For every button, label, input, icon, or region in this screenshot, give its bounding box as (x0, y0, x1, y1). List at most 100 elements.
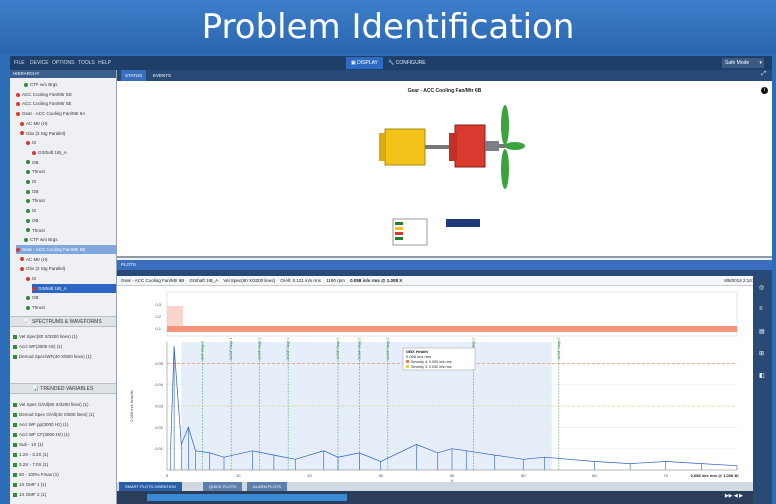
status-square-icon (13, 334, 17, 339)
chevron-down-icon: ▾ (759, 60, 762, 66)
hierarchy-item-label: Thrust (32, 169, 45, 175)
list-item[interactable]: Accl WF CF(3000 Hz) (1) (13, 430, 70, 439)
list-item[interactable]: 50 - 100% Fmax (1) (13, 470, 59, 479)
fault-marker-label: 3xGMF Stage 2 (557, 337, 561, 360)
tool-icon-2[interactable]: ≡ (759, 306, 763, 312)
hierarchy-item-label: ACC Cooling Fan/Mtr 5D (22, 91, 72, 97)
hierarchy-item[interactable]: IS (26, 274, 116, 283)
hierarchy-item[interactable]: ACC Cooling Fan/Mtr 5E (16, 99, 116, 108)
menu-tools[interactable]: TOOLS (78, 60, 95, 66)
list-item[interactable]: 3.2X - 7.0X (1) (13, 460, 48, 469)
asset-select[interactable]: Gear - ACC Cooling Fan/Mtr 6B (121, 278, 184, 283)
status-dot-icon (20, 121, 24, 126)
y-axis-label: 0.058 in/s rms/div (129, 390, 134, 421)
health-value: 0.058 in/s rms (406, 354, 431, 359)
status-dot-icon (24, 82, 28, 87)
status-dot-icon (16, 247, 20, 252)
hierarchy-item[interactable]: Gear - ACC Cooling Fan/Mtr 6A (16, 109, 116, 118)
rpm-readout: 1190 rpm (326, 278, 345, 283)
tool-icon-1[interactable]: ◎ (759, 284, 764, 291)
list-item[interactable]: 1X GMF 2 (1) (13, 490, 46, 499)
hierarchy-item[interactable]: GIShaft 1IB_A (32, 283, 116, 293)
main-tabs: STATUS EVENTS ⤢ (117, 70, 772, 81)
tab-quick-plots[interactable]: QUICK PLOTS (203, 482, 242, 491)
list-item[interactable]: Sub - 1X (1) (13, 440, 43, 449)
list-item[interactable]: 1X GMF 1 (1) (13, 480, 46, 489)
plot-toolbar: Gear - ACC Cooling Fan/Mtr 6B GIShaft 1I… (117, 276, 772, 286)
hierarchy-item[interactable]: IS (26, 138, 116, 147)
menu-bar: FILE DEVICE OPTIONS TOOLS HELP ▣ DISPLAY… (10, 56, 772, 70)
menu-file[interactable]: FILE (14, 60, 25, 66)
configure-mode-button[interactable]: 🔧 CONFIGURE (388, 57, 426, 69)
hierarchy-item[interactable]: Thrust (26, 167, 116, 176)
hierarchy-item[interactable]: CTF w/o Brgs (24, 235, 116, 244)
trend-icon: 📊 (32, 386, 39, 392)
hierarchy-item[interactable]: OB (26, 158, 116, 167)
timeline-track[interactable] (147, 494, 347, 501)
timeline-bar[interactable]: ▶▶ ◀ ▶ (117, 491, 753, 504)
hierarchy-header: HIERARCHY (10, 70, 116, 78)
status-dot-icon (26, 208, 30, 213)
measurement-select[interactable]: Vel Spec(80 X/3200 lines) (223, 278, 275, 283)
hierarchy-item[interactable]: IS (26, 206, 116, 215)
hierarchy-item[interactable]: IS (26, 177, 116, 186)
list-item[interactable]: Accl WF(3000 Hz) (1) (13, 342, 62, 351)
fan-blade-bottom (501, 149, 509, 189)
tab-alarm-plots[interactable]: ALARM PLOTS (247, 482, 288, 491)
playback-controls[interactable]: ▶▶ ◀ ▶ (725, 493, 743, 499)
status-dot-icon (26, 305, 30, 310)
sev3-label: Severity 3: 0.030 in/s rms (411, 365, 452, 369)
hierarchy-item[interactable]: OB (26, 187, 116, 196)
menu-options[interactable]: OPTIONS (52, 60, 75, 66)
tab-events[interactable]: EVENTS (149, 70, 175, 81)
status-dot-icon (20, 267, 24, 272)
hierarchy-item[interactable]: OB (26, 216, 116, 225)
hierarchy-item[interactable]: Thrust (26, 196, 116, 205)
hierarchy-item-label: Thrust (32, 305, 45, 311)
tool-icon-4[interactable]: ⊞ (759, 350, 764, 357)
list-item-label: Demod Spec O/All(40 X/800 lines) (1) (19, 412, 95, 417)
status-dot-icon (26, 276, 30, 281)
wrench-icon: 🔧 (388, 60, 395, 66)
hierarchy-item[interactable]: Gear - ACC Cooling Fan/Mtr 6B (16, 244, 116, 254)
sev4-label: Severity 4: 0.050 in/s rms (411, 360, 452, 364)
status-pane: Gear - ACC Cooling Fan/Mtr 6B i (117, 81, 772, 258)
hierarchy-item[interactable]: OB (26, 293, 116, 302)
upper-tick-label: 0.2 (155, 314, 161, 319)
list-item[interactable]: 1.2X - 3.2X (1) (13, 450, 48, 459)
list-item[interactable]: Vel Spec O/All(80 X/3200 lines) (1) (13, 400, 89, 409)
hierarchy-item-label: GIShaft 1IB_A (38, 149, 67, 155)
status-dot-icon (26, 218, 30, 223)
tool-icon-3[interactable]: ▤ (759, 328, 765, 335)
menu-device[interactable]: DEVICE (30, 60, 49, 66)
shaft-select[interactable]: GIShaft 1IB_A (190, 278, 219, 283)
hierarchy-item[interactable]: Thrust (26, 226, 116, 235)
x-tick-label: 0 (166, 473, 169, 478)
safe-mode-dropdown[interactable]: Safe Mode ▾ (722, 58, 764, 68)
trended-header: 📊 TRENDED VARIABLES (10, 383, 116, 394)
hierarchy-item[interactable]: AC Mtr (H) (20, 255, 116, 264)
hierarchy-item[interactable]: Gbx (2 Stg Parallel) (20, 129, 116, 138)
hierarchy-item[interactable]: Gbx (2 Stg Parallel) (20, 264, 116, 273)
spectrum-plot[interactable]: 0.1 0.2 0.3 0.01 0.02 0.03 0.04 0.05 0 10 20 30 40 50… (117, 286, 753, 483)
hierarchy-item[interactable]: AC Mtr (H) (20, 119, 116, 128)
hierarchy-item[interactable]: GIShaft 1IB_A (32, 148, 116, 157)
menu-help[interactable]: HELP (98, 60, 111, 66)
x-tick-label: 70 (664, 473, 669, 478)
tool-icon-5[interactable]: ◧ (759, 372, 765, 379)
hierarchy-item[interactable]: ACC Cooling Fan/Mtr 5D (16, 90, 116, 99)
list-item[interactable]: Vel Spec(80 X/3200 lines) (1) (13, 332, 78, 341)
tab-status[interactable]: STATUS (121, 70, 147, 81)
spectrum-chart[interactable]: 0.10.20.30.010.020.030.040.050 10 20 30 40 50… (117, 286, 753, 483)
hierarchy-item[interactable]: Thrust (26, 303, 116, 312)
list-item[interactable]: Accl WF pp(3000 Hz) (1) (13, 420, 69, 429)
list-item-label: 3.2X - 7.0X (1) (19, 462, 49, 467)
list-item-label: Accl WF pp(3000 Hz) (1) (19, 422, 69, 427)
list-item[interactable]: Demod Spec O/All(40 X/800 lines) (1) (13, 410, 94, 419)
expand-icon[interactable]: ⤢ (761, 71, 766, 78)
tab-smart-plots[interactable]: SMART PLOTS-VIBRATION (119, 482, 182, 491)
hierarchy-item[interactable]: CTF w/o Brgs (24, 80, 116, 89)
hierarchy-item-label: Gear - ACC Cooling Fan/Mtr 6A (22, 111, 86, 117)
display-mode-button[interactable]: ▣ DISPLAY (346, 57, 383, 69)
list-item[interactable]: Demod Spec/WF(40 X/800 lines) (1) (13, 352, 92, 361)
